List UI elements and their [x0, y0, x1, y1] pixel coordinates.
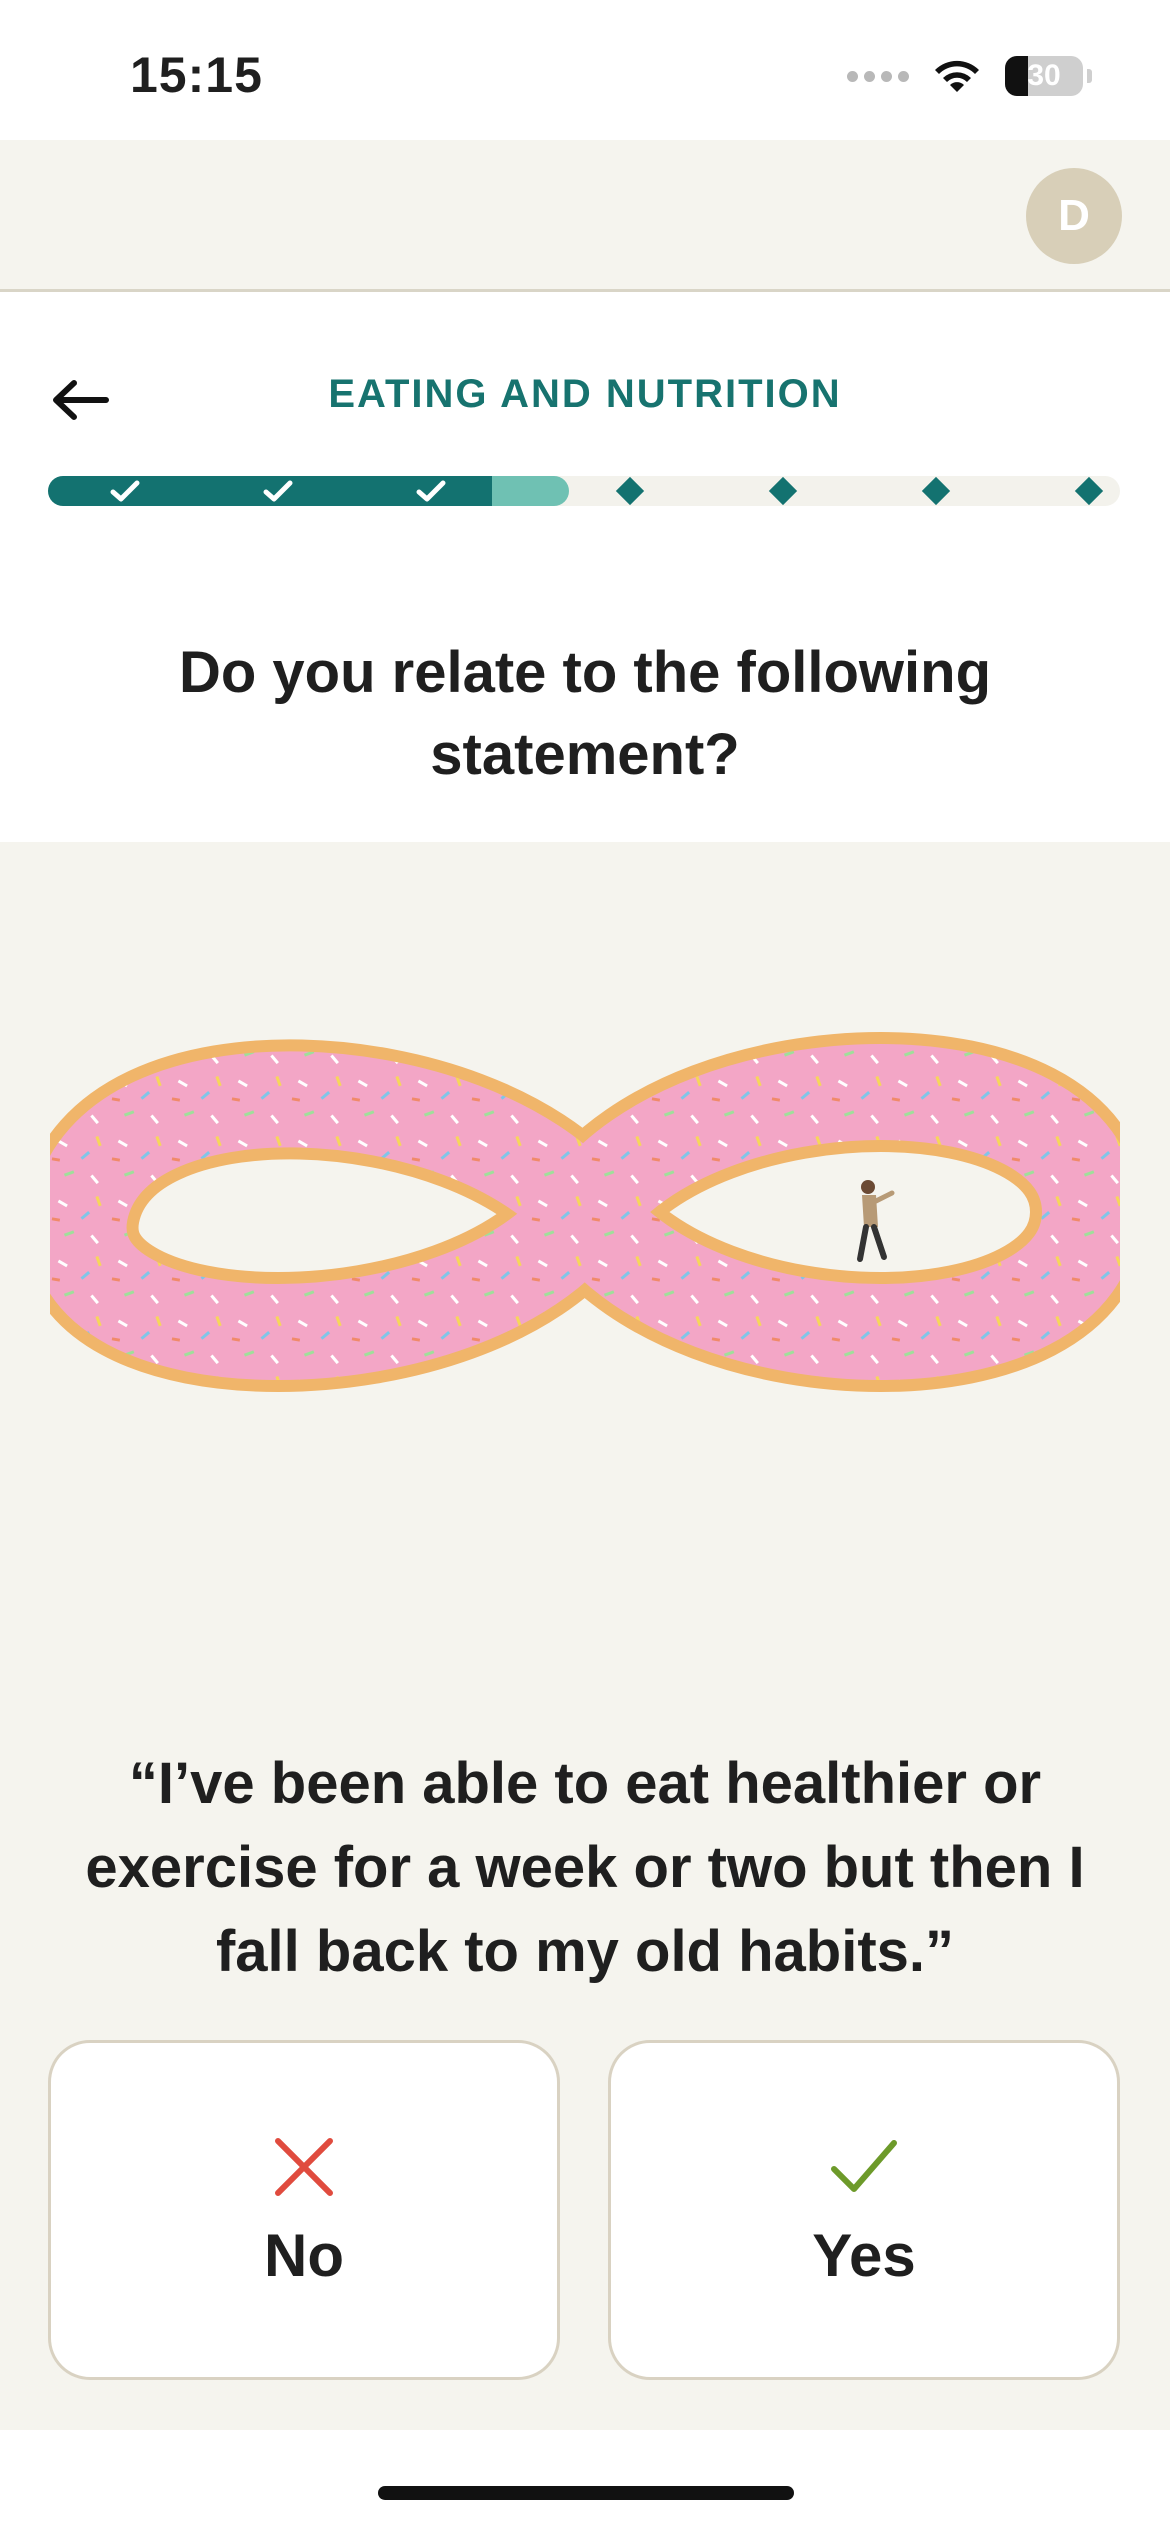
- avatar[interactable]: D: [1026, 168, 1122, 264]
- check-icon: [831, 2139, 897, 2192]
- person-figure: [857, 1180, 895, 1262]
- app-header: D: [0, 140, 1170, 292]
- question-text: Do you relate to the following statement…: [179, 640, 991, 787]
- battery-icon: 30: [1005, 56, 1083, 96]
- x-icon: [275, 2137, 333, 2196]
- progress-current-step: [492, 476, 569, 506]
- status-bar: 15:15 30: [0, 0, 1170, 140]
- status-icons: 30: [847, 52, 1092, 100]
- progress-step-diamond-icon: [916, 476, 956, 506]
- yes-button[interactable]: Yes: [608, 2040, 1120, 2380]
- battery-nub: [1087, 69, 1092, 83]
- section-title: EATING AND NUTRITION: [328, 372, 842, 416]
- progress-check-icon: [105, 476, 145, 506]
- battery-percent: 30: [1027, 59, 1061, 92]
- yes-label: Yes: [812, 2221, 916, 2289]
- progress-step-diamond-icon: [1069, 476, 1109, 506]
- progress-step-diamond-icon: [763, 476, 803, 506]
- content-area: “I’ve been able to eat healthier or exer…: [0, 842, 1170, 2430]
- signal-dots-icon: [847, 70, 909, 82]
- home-indicator: [378, 2486, 794, 2500]
- status-time: 15:15: [130, 47, 263, 103]
- progress-bar: [48, 476, 1120, 506]
- statement-text: “I’ve been able to eat healthier or exer…: [85, 1751, 1085, 1984]
- no-label: No: [264, 2221, 344, 2289]
- wifi-icon: [935, 60, 979, 92]
- progress-check-icon: [258, 476, 298, 506]
- progress-step-diamond-icon: [610, 476, 650, 506]
- donut-infinity-illustration: [50, 1032, 1120, 1392]
- progress-check-icon: [411, 476, 451, 506]
- no-button[interactable]: No: [48, 2040, 560, 2380]
